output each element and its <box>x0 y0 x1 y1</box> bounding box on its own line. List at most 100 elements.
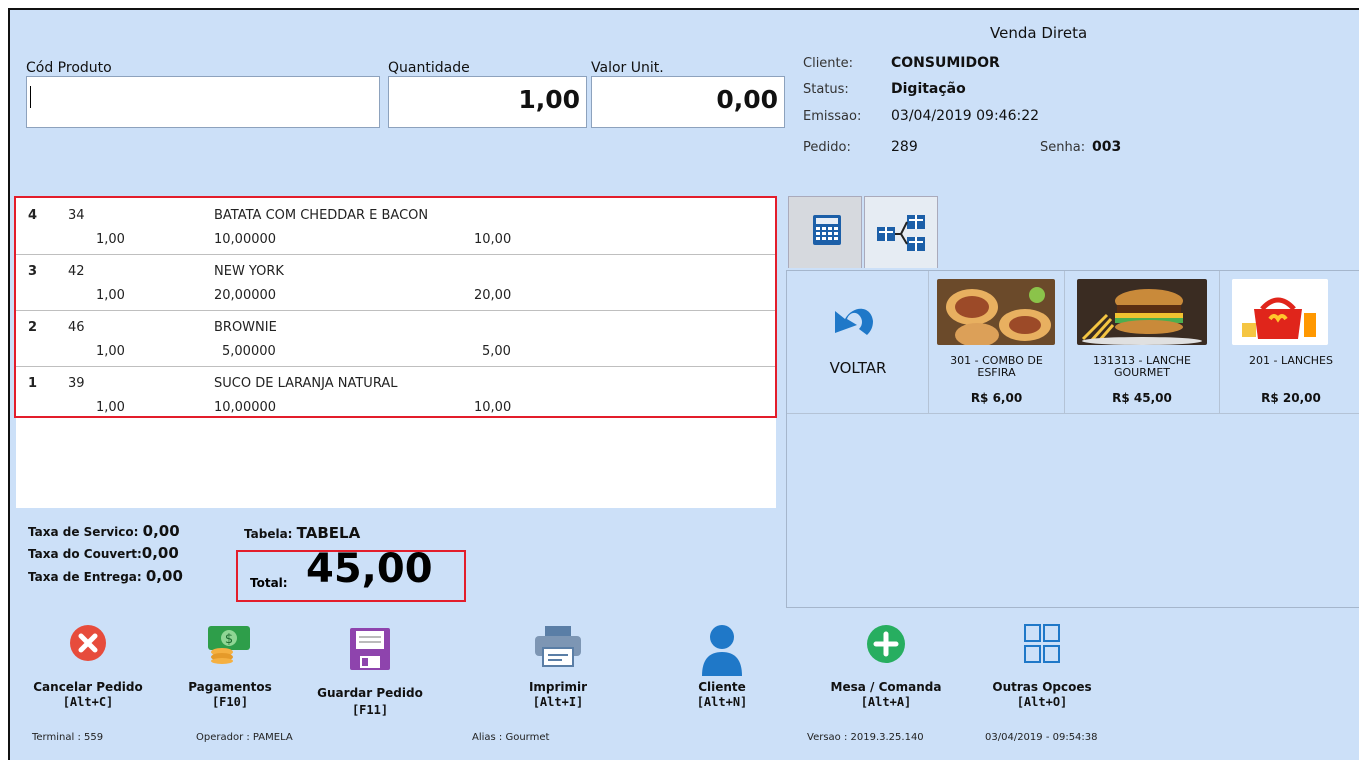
status-label: Status: <box>803 82 849 97</box>
list-item[interactable]: 1 39 SUCO DE LARANJA NATURAL 1,00 10,000… <box>16 366 776 422</box>
mesa-comanda-button[interactable]: Mesa / Comanda [Alt+A] <box>816 618 956 718</box>
cancelar-pedido-shortcut: [Alt+C] <box>62 695 114 709</box>
taxa-servico-label: Taxa de Servico: <box>28 525 139 539</box>
grid-icon <box>1024 624 1060 663</box>
guardar-pedido-label: Guardar Pedido <box>317 686 423 700</box>
taxa-entrega-label: Taxa de Entrega: <box>28 570 142 584</box>
outras-opcoes-button[interactable]: Outras Opcoes [Alt+O] <box>972 618 1112 718</box>
cliente-button-shortcut: [Alt+N] <box>696 695 748 709</box>
item-qty: 1,00 <box>96 400 125 415</box>
combo-esfira-image <box>937 279 1055 345</box>
item-total: 20,00 <box>474 288 512 303</box>
item-name: SUCO DE LARANJA NATURAL <box>214 376 398 391</box>
imprimir-button[interactable]: Imprimir [Alt+I] <box>488 618 628 718</box>
product-item[interactable]: 301 - COMBO DE ESFIRA R$ 6,00 <box>929 271 1065 413</box>
taxa-couvert: Taxa do Couvert:0,00 <box>28 544 179 562</box>
item-total: 10,00 <box>474 232 512 247</box>
cancelar-pedido-button[interactable]: Cancelar Pedido [Alt+C] <box>18 618 158 718</box>
footer-datetime: 03/04/2019 - 09:54:38 <box>985 732 1098 743</box>
item-unit-price: 10,00000 <box>214 232 277 247</box>
item-seq: 1 <box>28 376 38 391</box>
taxa-couvert-value: 0,00 <box>141 544 179 562</box>
cliente-button-label: Cliente <box>698 680 746 694</box>
tab-structure[interactable] <box>864 196 938 268</box>
floppy-disk-icon <box>350 628 390 670</box>
order-items-list[interactable]: 4 34 BATATA COM CHEDDAR E BACON 1,00 10,… <box>16 198 776 508</box>
plus-circle-icon <box>867 625 905 663</box>
list-item[interactable]: 2 46 BROWNIE 1,00 5,00000 5,00 <box>16 310 776 367</box>
money-icon: $ <box>208 626 250 664</box>
pos-window: Venda Direta Cód Produto Quantidade 1,00… <box>8 8 1359 760</box>
product-item[interactable]: 201 - LANCHES R$ 20,00 <box>1220 271 1359 413</box>
valor-unit-label: Valor Unit. <box>591 60 664 76</box>
item-qty: 1,00 <box>96 344 125 359</box>
tabela-value: TABELA <box>296 524 361 542</box>
cliente-button[interactable]: Cliente [Alt+N] <box>652 618 792 718</box>
pagamentos-button[interactable]: $ Pagamentos [F10] <box>160 618 300 718</box>
item-code: 34 <box>68 208 85 223</box>
footer-versao: Versao : 2019.3.25.140 <box>807 732 924 743</box>
calculator-icon <box>813 215 841 245</box>
taxa-servico: Taxa de Servico: 0,00 <box>28 522 180 540</box>
item-total: 5,00 <box>482 344 511 359</box>
senha-value: 003 <box>1092 139 1122 155</box>
voltar-button[interactable]: VOLTAR <box>787 271 929 413</box>
status-value: Digitação <box>891 81 966 97</box>
item-unit-price: 5,00000 <box>222 344 276 359</box>
product-name-line2: GOURMET <box>1113 366 1171 379</box>
lanches-image <box>1232 279 1328 345</box>
senha-label: Senha: <box>1040 140 1086 155</box>
pedido-value: 289 <box>891 139 918 155</box>
list-item[interactable]: 3 42 NEW YORK 1,00 20,00000 20,00 <box>16 254 776 311</box>
svg-text:$: $ <box>225 632 233 647</box>
cancel-x-icon <box>70 625 106 661</box>
item-name: NEW YORK <box>214 264 284 279</box>
item-seq: 4 <box>28 208 38 223</box>
cliente-value: CONSUMIDOR <box>891 55 1000 71</box>
imprimir-shortcut: [Alt+I] <box>532 695 584 709</box>
pedido-label: Pedido: <box>803 140 851 155</box>
emissao-value: 03/04/2019 09:46:22 <box>891 108 1040 124</box>
product-item[interactable]: 131313 - LANCHE GOURMET R$ 45,00 <box>1065 271 1220 413</box>
taxa-couvert-label: Taxa do Couvert: <box>28 547 142 561</box>
pagamentos-shortcut: [F10] <box>211 695 249 709</box>
quantidade-input[interactable]: 1,00 <box>388 76 587 128</box>
lanche-gourmet-image <box>1077 279 1207 345</box>
product-price: R$ 6,00 <box>970 391 1023 405</box>
quantidade-label: Quantidade <box>388 60 470 76</box>
tree-structure-icon <box>877 215 925 251</box>
cod-produto-input[interactable] <box>26 76 380 128</box>
tabela-label: Tabela: <box>244 527 293 541</box>
list-item[interactable]: 4 34 BATATA COM CHEDDAR E BACON 1,00 10,… <box>16 198 776 255</box>
user-icon <box>702 625 742 676</box>
product-name-line2: ESFIRA <box>977 366 1016 379</box>
item-code: 46 <box>68 320 85 335</box>
outras-opcoes-shortcut: [Alt+O] <box>1016 695 1068 709</box>
product-price: R$ 20,00 <box>1261 391 1321 405</box>
item-qty: 1,00 <box>96 288 125 303</box>
outras-opcoes-label: Outras Opcoes <box>992 680 1092 694</box>
item-seq: 2 <box>28 320 38 335</box>
product-price: R$ 45,00 <box>1112 391 1172 405</box>
divider <box>787 413 1359 414</box>
product-panel: VOLTAR 301 - COMBO DE ESFIRA R$ 6,00 131… <box>786 270 1359 608</box>
pagamentos-label: Pagamentos <box>188 680 272 694</box>
taxa-servico-value: 0,00 <box>142 522 180 540</box>
footer-alias: Alias : Gourmet <box>472 732 550 743</box>
mesa-comanda-label: Mesa / Comanda <box>830 680 942 694</box>
cancelar-pedido-label: Cancelar Pedido <box>33 680 143 694</box>
cliente-label: Cliente: <box>803 56 854 71</box>
guardar-pedido-shortcut: [F11] <box>351 703 389 717</box>
footer-terminal: Terminal : 559 <box>32 732 104 743</box>
page-title: Venda Direta <box>990 24 1088 42</box>
item-code: 39 <box>68 376 85 391</box>
item-name: BROWNIE <box>214 320 277 335</box>
taxa-entrega-value: 0,00 <box>145 567 183 585</box>
tab-calculator[interactable] <box>788 196 862 268</box>
item-name: BATATA COM CHEDDAR E BACON <box>214 208 429 223</box>
voltar-label: VOLTAR <box>829 359 887 377</box>
item-unit-price: 20,00000 <box>214 288 277 303</box>
item-code: 42 <box>68 264 85 279</box>
guardar-pedido-button[interactable]: Guardar Pedido [F11] <box>300 618 440 718</box>
valor-unit-input[interactable]: 0,00 <box>591 76 785 128</box>
